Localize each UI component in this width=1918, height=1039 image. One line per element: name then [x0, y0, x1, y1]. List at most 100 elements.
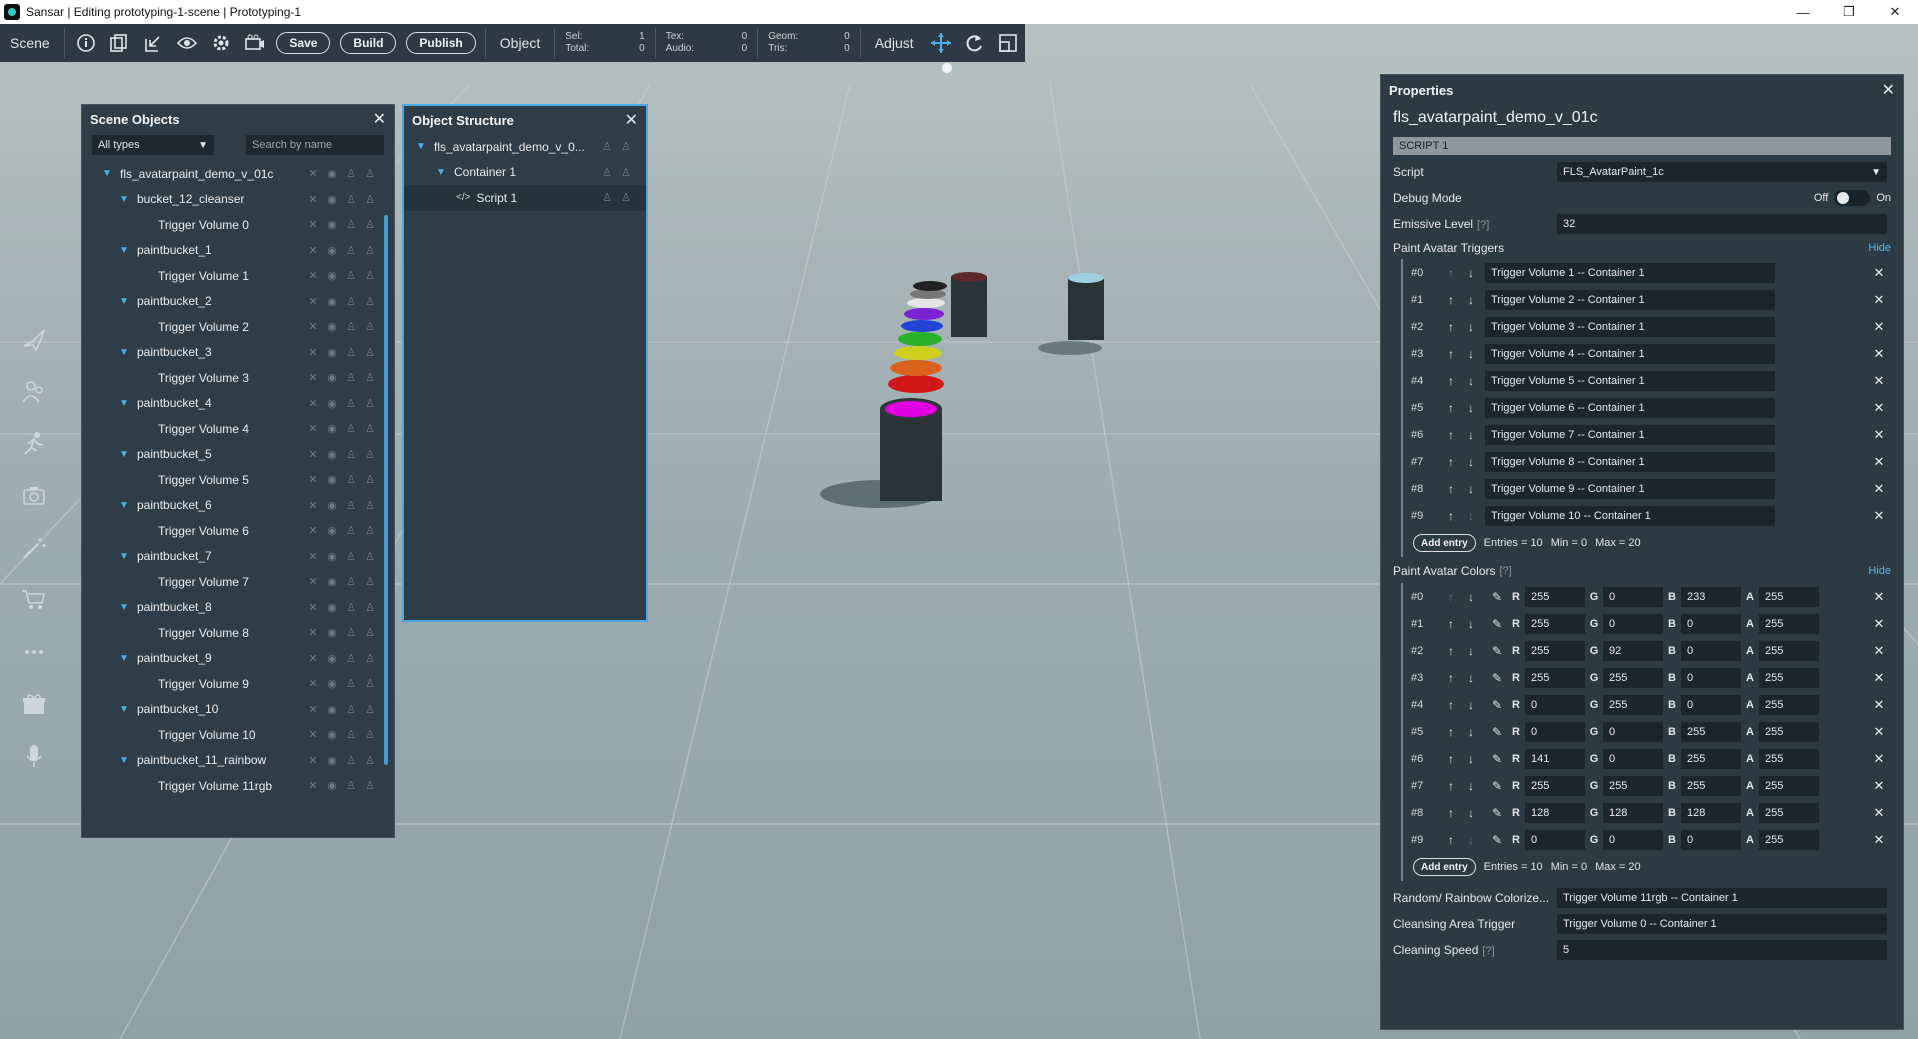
lock-icon[interactable]: ♙	[345, 524, 357, 537]
arrow-down-icon[interactable]: ↓	[1461, 725, 1481, 739]
lock-icon[interactable]: ♙	[601, 140, 613, 153]
eyedropper-icon[interactable]: ✎	[1487, 698, 1507, 712]
tree-item[interactable]: ▼ fls_avatarpaint_demo_v_01c ✕ ◉ ♙ ♙	[82, 161, 394, 187]
lock-icon[interactable]: ♙	[345, 320, 357, 333]
publish-button[interactable]: Publish	[406, 32, 476, 54]
lock-icon[interactable]: ♙	[620, 191, 632, 204]
tree-item[interactable]: ▼ paintbucket_6 ✕ ◉ ♙ ♙	[82, 493, 394, 519]
channel-input-a[interactable]: 255	[1759, 802, 1819, 823]
lock-icon[interactable]: ♙	[601, 166, 613, 179]
expand-triangle-icon[interactable]: ▼	[119, 194, 129, 205]
eyedropper-icon[interactable]: ✎	[1487, 590, 1507, 604]
tree-item[interactable]: Trigger Volume 0 ✕ ◉ ♙ ♙	[82, 212, 394, 238]
emissive-level-input[interactable]: 32	[1557, 214, 1887, 234]
hide-icon[interactable]: ✕	[307, 167, 319, 180]
channel-input-b[interactable]: 0	[1681, 640, 1741, 661]
arrow-down-icon[interactable]: ↓	[1461, 671, 1481, 685]
arrow-up-icon[interactable]: ↑	[1441, 806, 1461, 820]
trigger-field[interactable]: Trigger Volume 10 -- Container 1	[1485, 505, 1775, 526]
expand-triangle-icon[interactable]: ▼	[416, 141, 426, 152]
channel-input-g[interactable]: 0	[1603, 586, 1663, 607]
arrow-up-icon[interactable]: ↑	[1441, 833, 1461, 847]
move-tool-icon[interactable]	[924, 24, 958, 62]
eye-icon[interactable]: ◉	[326, 601, 338, 614]
tree-item[interactable]: Trigger Volume 3 ✕ ◉ ♙ ♙	[82, 365, 394, 391]
hide-icon[interactable]: ✕	[307, 499, 319, 512]
arrow-down-icon[interactable]: ↓	[1461, 401, 1481, 415]
lock-icon[interactable]: ♙	[364, 652, 376, 665]
tree-item[interactable]: Trigger Volume 8 ✕ ◉ ♙ ♙	[82, 620, 394, 646]
channel-input-g[interactable]: 128	[1603, 802, 1663, 823]
lock-icon[interactable]: ♙	[345, 601, 357, 614]
import-icon[interactable]	[136, 24, 170, 62]
eye-icon[interactable]: ◉	[326, 397, 338, 410]
eye-icon[interactable]: ◉	[326, 448, 338, 461]
hide-icon[interactable]: ✕	[307, 473, 319, 486]
eyedropper-icon[interactable]: ✎	[1487, 644, 1507, 658]
arrow-up-icon[interactable]: ↑	[1441, 455, 1461, 469]
lock-icon[interactable]: ♙	[345, 550, 357, 563]
channel-input-r[interactable]: 128	[1525, 802, 1585, 823]
eyedropper-icon[interactable]: ✎	[1487, 752, 1507, 766]
channel-input-b[interactable]: 0	[1681, 694, 1741, 715]
hide-triggers-link[interactable]: Hide	[1868, 242, 1891, 254]
lock-icon[interactable]: ♙	[364, 575, 376, 588]
arrow-down-icon[interactable]: ↓	[1461, 644, 1481, 658]
arrow-up-icon[interactable]: ↑	[1441, 725, 1461, 739]
structure-item[interactable]: </> Script 1 ♙ ♙	[404, 185, 646, 211]
build-button[interactable]: Build	[340, 32, 397, 54]
save-button[interactable]: Save	[276, 32, 331, 54]
remove-entry-icon[interactable]: ✕	[1867, 697, 1891, 713]
arrow-up-icon[interactable]: ↑	[1441, 671, 1461, 685]
eyedropper-icon[interactable]: ✎	[1487, 725, 1507, 739]
tree-item[interactable]: Trigger Volume 10 ✕ ◉ ♙ ♙	[82, 722, 394, 748]
channel-input-r[interactable]: 255	[1525, 667, 1585, 688]
add-trigger-entry-button[interactable]: Add entry	[1413, 534, 1476, 552]
arrow-down-icon[interactable]: ↓	[1461, 833, 1481, 847]
lock-icon[interactable]: ♙	[345, 218, 357, 231]
duplicate-icon[interactable]	[102, 24, 136, 62]
expand-triangle-icon[interactable]: ▼	[119, 704, 129, 715]
eye-icon[interactable]: ◉	[326, 346, 338, 359]
eye-icon[interactable]: ◉	[326, 499, 338, 512]
lock-icon[interactable]: ♙	[364, 473, 376, 486]
tree-item[interactable]: Trigger Volume 11rgb ✕ ◉ ♙ ♙	[82, 773, 394, 799]
expand-triangle-icon[interactable]: ▼	[119, 653, 129, 664]
eye-icon[interactable]: ◉	[326, 473, 338, 486]
lock-icon[interactable]: ♙	[345, 167, 357, 180]
eye-icon[interactable]: ◉	[326, 550, 338, 563]
search-input[interactable]: Search by name	[246, 135, 384, 155]
remove-entry-icon[interactable]: ✕	[1867, 373, 1891, 389]
eye-icon[interactable]: ◉	[326, 167, 338, 180]
channel-input-a[interactable]: 255	[1759, 613, 1819, 634]
arrow-up-icon[interactable]: ↑	[1441, 617, 1461, 631]
magic-wand-icon[interactable]	[14, 522, 54, 574]
lock-icon[interactable]: ♙	[364, 728, 376, 741]
structure-item[interactable]: ▼ Container 1 ♙ ♙	[404, 160, 646, 186]
tree-item[interactable]: ▼ paintbucket_4 ✕ ◉ ♙ ♙	[82, 391, 394, 417]
lock-icon[interactable]: ♙	[364, 371, 376, 384]
tree-item[interactable]: ▼ paintbucket_10 ✕ ◉ ♙ ♙	[82, 697, 394, 723]
tree-item[interactable]: ▼ paintbucket_5 ✕ ◉ ♙ ♙	[82, 442, 394, 468]
hide-icon[interactable]: ✕	[307, 371, 319, 384]
script-select[interactable]: FLS_AvatarPaint_1c ▼	[1557, 162, 1887, 182]
trigger-field[interactable]: Trigger Volume 8 -- Container 1	[1485, 451, 1775, 472]
arrow-down-icon[interactable]: ↓	[1461, 266, 1481, 280]
remove-entry-icon[interactable]: ✕	[1867, 778, 1891, 794]
eyedropper-icon[interactable]: ✎	[1487, 806, 1507, 820]
trigger-field[interactable]: Trigger Volume 6 -- Container 1	[1485, 397, 1775, 418]
channel-input-r[interactable]: 141	[1525, 748, 1585, 769]
expand-triangle-icon[interactable]: ▼	[119, 245, 129, 256]
channel-input-r[interactable]: 255	[1525, 586, 1585, 607]
remove-entry-icon[interactable]: ✕	[1867, 427, 1891, 443]
tree-item[interactable]: ▼ paintbucket_3 ✕ ◉ ♙ ♙	[82, 340, 394, 366]
eye-icon[interactable]: ◉	[326, 703, 338, 716]
hide-icon[interactable]: ✕	[307, 295, 319, 308]
expand-triangle-icon[interactable]: ▼	[119, 602, 129, 613]
channel-input-a[interactable]: 255	[1759, 748, 1819, 769]
arrow-up-icon[interactable]: ↑	[1441, 320, 1461, 334]
maximize-button[interactable]: ❐	[1826, 0, 1872, 24]
channel-input-a[interactable]: 255	[1759, 775, 1819, 796]
lock-icon[interactable]: ♙	[364, 499, 376, 512]
tree-item[interactable]: ▼ paintbucket_9 ✕ ◉ ♙ ♙	[82, 646, 394, 672]
